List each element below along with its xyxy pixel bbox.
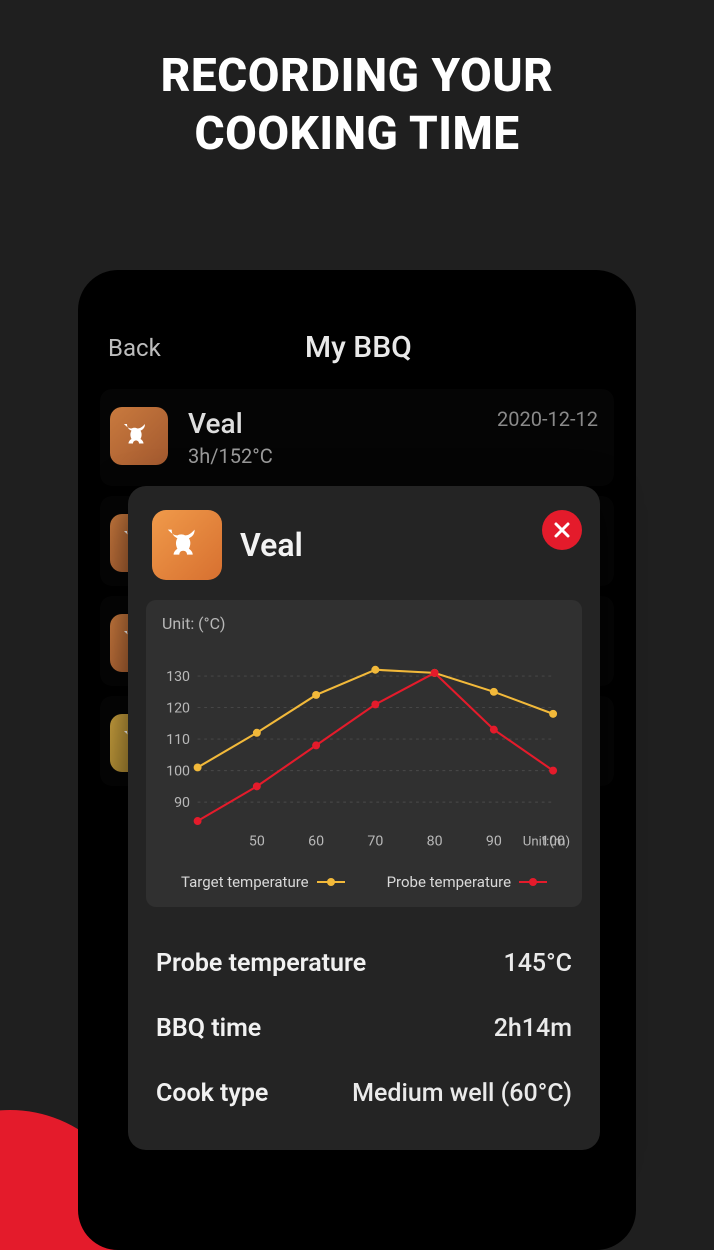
close-button[interactable] [542, 510, 582, 550]
details-list: Probe temperature 145°C BBQ time 2h14m C… [146, 907, 582, 1126]
list-item-date: 2020-12-12 [497, 407, 598, 431]
legend-probe-label: Probe temperature [387, 873, 511, 891]
detail-label: BBQ time [156, 1014, 261, 1043]
record-detail-panel: Veal Unit: (°C) 90 100 110 120 130 50 60 70 80 90… [128, 486, 600, 1150]
chart-card: Unit: (°C) 901001101201305060708090100Un… [146, 600, 582, 907]
close-icon [553, 521, 571, 539]
svg-text:130: 130 [166, 669, 190, 685]
svg-text:120: 120 [166, 700, 190, 716]
chart-unit-y: Unit: (°C) [162, 614, 572, 633]
panel-thumb [152, 510, 222, 580]
detail-value: 2h14m [494, 1014, 572, 1043]
legend-target-label: Target temperature [181, 873, 309, 891]
detail-row-bbq-time: BBQ time 2h14m [156, 996, 572, 1061]
svg-text:90: 90 [486, 834, 502, 850]
chart-legend: Target temperature Probe temperature [156, 865, 572, 893]
bull-icon [121, 418, 157, 454]
detail-row-probe-temperature: Probe temperature 145°C [156, 931, 572, 996]
panel-header: Veal [146, 510, 582, 600]
screen-title-line2: COOKING TIME [194, 107, 519, 161]
top-bar: Back My BBQ [78, 330, 636, 389]
detail-label: Cook type [156, 1079, 268, 1108]
screen-title-line1: RECORDING YOUR [161, 49, 554, 103]
svg-text:60: 60 [308, 834, 324, 850]
svg-text:100: 100 [166, 763, 190, 779]
svg-text:80: 80 [427, 834, 443, 850]
page-title: My BBQ [111, 330, 606, 365]
detail-label: Probe temperature [156, 949, 366, 978]
meat-thumb [110, 407, 168, 465]
legend-probe-dot [519, 881, 547, 883]
svg-text:110: 110 [166, 732, 190, 748]
svg-text:90: 90 [174, 795, 190, 811]
svg-text:Unit:(m): Unit:(m) [523, 835, 570, 850]
svg-text:50: 50 [249, 834, 265, 850]
panel-title: Veal [240, 526, 303, 564]
legend-probe: Probe temperature [387, 873, 547, 891]
detail-value: 145°C [503, 949, 572, 978]
detail-row-cook-type: Cook type Medium well (60°C) [156, 1061, 572, 1126]
legend-target: Target temperature [181, 873, 345, 891]
detail-value: Medium well (60°C) [352, 1079, 572, 1108]
bull-icon [164, 522, 210, 568]
screen-title: RECORDING YOUR COOKING TIME [0, 0, 714, 163]
legend-target-dot [317, 881, 345, 883]
svg-text:70: 70 [367, 834, 383, 850]
temperature-chart: 901001101201305060708090100Unit:(m) [156, 639, 572, 865]
list-item-sub: 3h/152°C [188, 444, 604, 468]
list-item[interactable]: Veal 3h/152°C 2020-12-12 [100, 389, 614, 486]
